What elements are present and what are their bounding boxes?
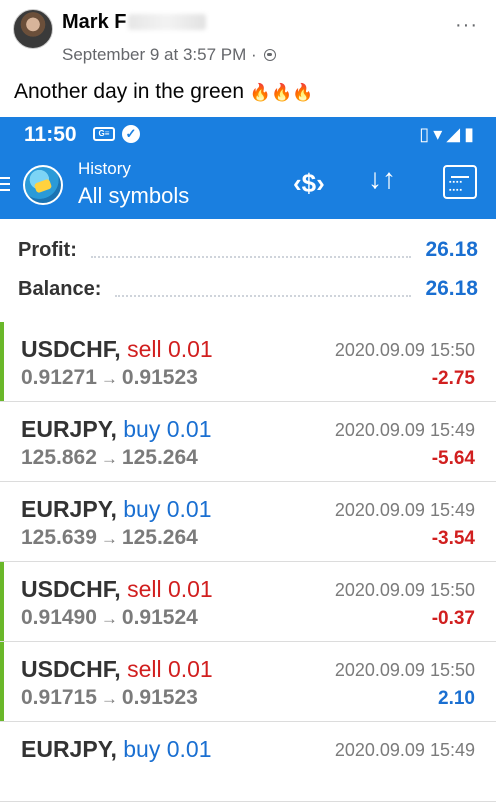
- dotted-leader: [115, 281, 412, 297]
- trade-prices: 0.91271 → 0.91523: [21, 366, 198, 390]
- open-price: 0.91715: [21, 686, 97, 709]
- author-name-text[interactable]: Mark F: [62, 11, 126, 33]
- trade-row[interactable]: USDCHF, sell 0.01 0.91271 → 0.91523 2020.0…: [0, 322, 496, 402]
- app-logo-icon: [23, 165, 63, 205]
- open-price: 0.91271: [21, 366, 97, 389]
- trade-time: 2020.09.09 15:50: [334, 580, 475, 600]
- close-price: 0.91523: [121, 366, 198, 389]
- arrow-icon: →: [100, 529, 118, 548]
- menu-icon[interactable]: [0, 177, 10, 191]
- redacted-name-blur: [128, 14, 207, 30]
- trade-time: 2020.09.09 15:50: [334, 340, 475, 360]
- trade-title: EURJPY, buy 0.01: [21, 496, 212, 523]
- app-toolbar: History All symbols ‹$› ↓↑: [0, 151, 496, 219]
- status-time: 11:50: [24, 123, 77, 146]
- trade-profit: -0.37: [431, 608, 475, 629]
- globe-icon: [264, 49, 277, 61]
- trade-row[interactable]: EURJPY, buy 0.01 2020.09.09 15:49: [0, 722, 496, 802]
- open-price: 125.639: [21, 526, 97, 549]
- open-price: 125.862: [21, 446, 97, 469]
- post-meta: September 9 at 3:57 PM ·: [62, 45, 277, 65]
- trade-symbol: EURJPY,: [21, 496, 117, 522]
- post-header: Mark F September 9 at 3:57 PM · ··· Anot…: [0, 0, 496, 117]
- fire-emoji-icons: 🔥🔥🔥: [249, 83, 314, 102]
- post-text-body: Another day in the green: [14, 80, 244, 103]
- close-price: 0.91523: [121, 686, 198, 709]
- trade-side: buy 0.01: [123, 736, 212, 762]
- trade-title: EURJPY, buy 0.01: [21, 416, 212, 443]
- trade-profit: -5.64: [431, 448, 475, 469]
- open-price: 0.91490: [21, 606, 97, 629]
- trade-row[interactable]: EURJPY, buy 0.01 125.639 → 125.264 2020.09…: [0, 482, 496, 562]
- close-price: 125.264: [121, 446, 198, 469]
- status-right-icons: ▯▾◢▮: [419, 124, 478, 144]
- trade-profit: -2.75: [431, 368, 475, 389]
- trade-prices: 0.91715 → 0.91523: [21, 686, 198, 710]
- trade-symbol: USDCHF,: [21, 576, 121, 602]
- trading-app-screenshot: 11:50 G≡ ✓ ▯▾◢▮ History All symbols ‹$› …: [0, 117, 496, 802]
- balance-value: 26.18: [425, 277, 478, 300]
- trade-title: USDCHF, sell 0.01: [21, 656, 213, 683]
- calendar-icon[interactable]: [443, 165, 477, 199]
- arrow-icon: →: [100, 369, 118, 388]
- trade-list: USDCHF, sell 0.01 0.91271 → 0.91523 2020.0…: [0, 322, 496, 802]
- more-options-button[interactable]: ···: [455, 14, 478, 37]
- check-icon: ✓: [122, 125, 140, 143]
- trade-title: EURJPY, buy 0.01: [21, 736, 212, 763]
- trade-side: sell 0.01: [127, 656, 213, 682]
- trade-side: sell 0.01: [127, 336, 213, 362]
- balance-label: Balance:: [18, 277, 102, 300]
- trade-prices: 125.862 → 125.264: [21, 446, 198, 470]
- post-timestamp[interactable]: September 9 at 3:57 PM ·: [62, 45, 257, 64]
- trade-time: 2020.09.09 15:50: [334, 660, 475, 680]
- trade-time: 2020.09.09 15:49: [334, 500, 475, 520]
- dotted-leader: [90, 242, 412, 258]
- status-bar: 11:50 G≡ ✓ ▯▾◢▮: [0, 117, 496, 151]
- trade-row[interactable]: EURJPY, buy 0.01 125.862 → 125.264 2020.09…: [0, 402, 496, 482]
- trade-symbol: EURJPY,: [21, 416, 117, 442]
- trade-row[interactable]: USDCHF, sell 0.01 0.91715 → 0.91523 2020.0…: [0, 642, 496, 722]
- trade-prices: 125.639 → 125.264: [21, 526, 198, 550]
- arrow-icon: →: [100, 609, 118, 628]
- balance-row: Balance: 26.18: [18, 274, 478, 304]
- trade-title: USDCHF, sell 0.01: [21, 336, 213, 363]
- author-name[interactable]: Mark F: [62, 11, 207, 34]
- trade-side: sell 0.01: [127, 576, 213, 602]
- profit-label: Profit:: [18, 238, 77, 261]
- trade-row[interactable]: USDCHF, sell 0.01 0.91490 → 0.91524 2020.0…: [0, 562, 496, 642]
- post-text: Another day in the green 🔥🔥🔥: [14, 80, 313, 104]
- trade-prices: 0.91490 → 0.91524: [21, 606, 198, 630]
- trade-profit: -3.54: [431, 528, 475, 549]
- trade-time: 2020.09.09 15:49: [334, 420, 475, 440]
- trade-profit: 2.10: [438, 688, 475, 709]
- trade-symbol: EURJPY,: [21, 736, 117, 762]
- avatar[interactable]: [13, 9, 53, 49]
- trade-side: buy 0.01: [123, 496, 212, 522]
- sort-button[interactable]: ↓↑: [368, 163, 396, 195]
- arrow-icon: →: [100, 689, 118, 708]
- profit-row: Profit: 26.18: [18, 235, 478, 265]
- currency-toggle-button[interactable]: ‹$›: [293, 168, 325, 199]
- trade-title: USDCHF, sell 0.01: [21, 576, 213, 603]
- profit-value: 26.18: [425, 238, 478, 261]
- close-price: 125.264: [121, 526, 198, 549]
- arrow-icon: →: [100, 449, 118, 468]
- toolbar-title: History: [78, 159, 131, 178]
- symbol-filter[interactable]: All symbols: [78, 183, 189, 209]
- ge-icon: G≡: [93, 127, 115, 141]
- trade-side: buy 0.01: [123, 416, 212, 442]
- close-price: 0.91524: [121, 606, 198, 629]
- trade-symbol: USDCHF,: [21, 336, 121, 362]
- trade-symbol: USDCHF,: [21, 656, 121, 682]
